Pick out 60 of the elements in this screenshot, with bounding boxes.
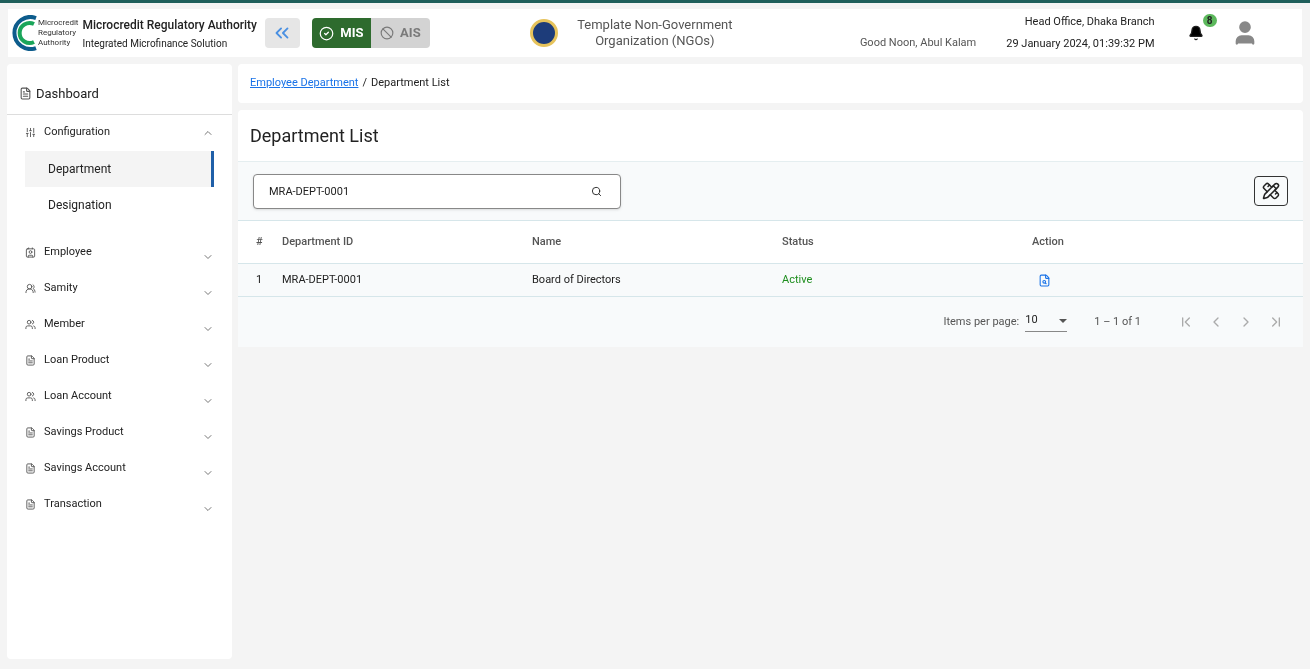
id-card-icon bbox=[25, 247, 36, 258]
table-cell: MRA-DEPT-0001 bbox=[282, 263, 532, 297]
column-header: Department ID bbox=[282, 220, 532, 264]
column-header: Action bbox=[1032, 220, 1303, 264]
breadcrumb-current: Department List bbox=[371, 75, 450, 92]
people-icon bbox=[25, 319, 36, 330]
status-cell: Active bbox=[782, 263, 1032, 297]
view-icon[interactable] bbox=[1038, 273, 1051, 287]
logo-text: Authority bbox=[38, 38, 72, 48]
people-icon bbox=[25, 391, 36, 402]
column-header: # bbox=[238, 220, 282, 264]
greeting: Good Noon, Abul Kalam bbox=[859, 34, 977, 51]
document-icon bbox=[25, 499, 36, 510]
sidebar-group[interactable]: Loan Account bbox=[7, 378, 232, 415]
module-tab[interactable]: MIS bbox=[311, 18, 371, 48]
items-per-page-label: Items per page: bbox=[943, 313, 1020, 330]
app-subtitle: Integrated Microfinance Solution bbox=[82, 36, 229, 51]
app-title: Microcredit Regulatory Authority bbox=[82, 16, 257, 34]
ban-icon bbox=[380, 26, 395, 40]
column-edit-button[interactable] bbox=[1254, 176, 1288, 206]
document-icon bbox=[19, 87, 32, 101]
logo-text: Microcredit bbox=[38, 18, 79, 28]
sidebar-subitem[interactable]: Department bbox=[25, 150, 214, 187]
breadcrumb-link[interactable]: Employee Department bbox=[250, 75, 359, 92]
dropdown-arrow-icon bbox=[1059, 318, 1068, 323]
search-icon bbox=[591, 185, 602, 197]
dashboard-item[interactable]: Dashboard bbox=[7, 84, 232, 115]
check-icon bbox=[319, 25, 335, 41]
bell-icon bbox=[1187, 25, 1204, 41]
sidebar-group[interactable]: Samity bbox=[7, 270, 232, 307]
sidebar-group[interactable]: Savings Product bbox=[7, 414, 232, 451]
page-range: 1 – 1 of 1 bbox=[1094, 313, 1141, 330]
sidebar-group[interactable]: Employee bbox=[7, 234, 232, 271]
organization-name: Template Non-Government Organization (NGOs) bbox=[576, 17, 734, 49]
sidebar-group[interactable]: Loan Product bbox=[7, 342, 232, 379]
sidebar-subitem[interactable]: Designation bbox=[25, 186, 214, 223]
table-cell: 1 bbox=[238, 263, 282, 297]
breadcrumb-separator: / bbox=[362, 75, 367, 92]
sidebar-group[interactable]: Transaction bbox=[7, 486, 232, 523]
search-field[interactable]: MRA-DEPT-0001 bbox=[253, 173, 621, 209]
table-cell: Board of Directors bbox=[532, 263, 782, 297]
collapse-button[interactable] bbox=[264, 18, 300, 48]
document-icon bbox=[25, 427, 36, 438]
notification-count: 8 bbox=[1202, 14, 1217, 27]
page-size-select[interactable]: 10 bbox=[1025, 312, 1068, 332]
group-icon bbox=[25, 283, 36, 294]
column-header: Status bbox=[782, 220, 1032, 264]
sidebar-group[interactable]: Savings Account bbox=[7, 450, 232, 487]
sliders-icon bbox=[25, 127, 36, 138]
seal-icon bbox=[529, 19, 558, 47]
column-header: Name bbox=[532, 220, 782, 264]
document-icon bbox=[25, 355, 36, 366]
logo-text: Regulatory bbox=[38, 28, 78, 38]
sidebar-group[interactable]: Configuration bbox=[7, 114, 232, 151]
document-icon bbox=[25, 463, 36, 474]
date-time: 29 January 2024, 01:39:32 PM bbox=[1006, 35, 1155, 52]
sidebar-group[interactable]: Member bbox=[7, 306, 232, 343]
branch-name: Head Office, Dhaka Branch bbox=[1023, 14, 1155, 30]
logo-icon bbox=[12, 15, 38, 51]
columns-edit-icon bbox=[1262, 182, 1280, 200]
